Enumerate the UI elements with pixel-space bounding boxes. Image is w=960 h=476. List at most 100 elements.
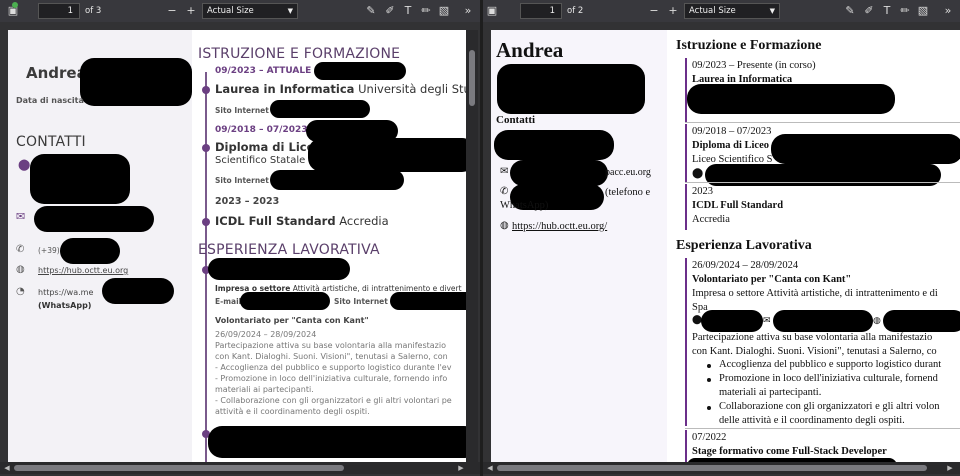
separator bbox=[685, 182, 960, 183]
location-pin-icon: ⬤ bbox=[692, 168, 704, 179]
edu1-date: 09/2023 – Presente (in corso) bbox=[692, 60, 816, 71]
bullet-text: Accoglienza del pubblico e supporto logi… bbox=[719, 359, 942, 370]
phone-prefix: (+39) bbox=[38, 246, 60, 255]
draw-icon[interactable]: ✏ bbox=[898, 0, 912, 22]
zoom-value: Actual Size bbox=[689, 6, 736, 16]
redaction bbox=[34, 206, 154, 232]
phone-tail: (telefono e bbox=[605, 187, 651, 198]
edu1-institution: Università degli Studi di S bbox=[358, 82, 466, 96]
horizontal-scrollbar[interactable]: ◀ ▶ bbox=[0, 462, 480, 474]
exp1-date: 26/09/2024 – 28/09/2024 bbox=[692, 260, 799, 271]
timeline-dot bbox=[202, 86, 210, 94]
text-tool-icon[interactable]: T bbox=[401, 0, 415, 22]
birth-label: Data di nascita bbox=[16, 96, 84, 105]
whatsapp-label: (WhatsApp) bbox=[38, 301, 92, 310]
zoom-select[interactable]: Actual Size ▼ bbox=[202, 3, 298, 19]
redaction bbox=[687, 84, 895, 114]
scroll-left-icon[interactable]: ◀ bbox=[2, 462, 12, 474]
desc-line: Partecipazione attiva su base volontaria… bbox=[215, 341, 446, 350]
edit-text-icon[interactable]: ✎ bbox=[843, 0, 857, 22]
sidebar-toggle-icon[interactable]: ▣ bbox=[485, 0, 499, 22]
redaction bbox=[701, 310, 763, 332]
desc-line: - Accoglienza del pubblico e supporto lo… bbox=[215, 363, 452, 372]
timeline-dot bbox=[202, 144, 210, 152]
entry-bar bbox=[685, 58, 687, 122]
horizontal-scrollbar[interactable]: ◀ ▶ bbox=[483, 462, 960, 474]
whatsapp-icon: ◔ bbox=[16, 286, 25, 297]
chevron-down-icon: ▼ bbox=[769, 7, 775, 15]
scroll-thumb[interactable] bbox=[14, 465, 344, 471]
chevron-down-icon: ▼ bbox=[287, 7, 293, 15]
exp2-date: 07/2022 bbox=[692, 432, 727, 443]
left-toolbar: ▣ 1 of 3 − + Actual Size ▼ ✎ ✐ T ✏ ▧ » bbox=[0, 0, 480, 22]
website-link[interactable]: https://hub.octt.eu.org/ bbox=[512, 221, 607, 232]
page-number-input[interactable]: 1 bbox=[520, 3, 562, 19]
zoom-out-button[interactable]: − bbox=[165, 0, 179, 22]
zoom-out-button[interactable]: − bbox=[647, 0, 661, 22]
edu1-title-row: Laurea in Informatica Università degli S… bbox=[215, 82, 466, 96]
globe-icon: ◍ bbox=[873, 315, 881, 325]
desc-line: - Collaborazione con gli organizzatori e… bbox=[215, 396, 452, 405]
pdf-page: Andrea Data di nascita CONTATTI ⬤ ✉ ✆ (+… bbox=[8, 30, 466, 462]
redaction bbox=[208, 426, 466, 458]
zoom-select[interactable]: Actual Size ▼ bbox=[684, 3, 780, 19]
contacts-title: Contatti bbox=[496, 114, 536, 126]
left-pdf-viewer: ▣ 1 of 3 − + Actual Size ▼ ✎ ✐ T ✏ ▧ » An… bbox=[0, 0, 480, 476]
whatsapp-link[interactable]: https://wa.me bbox=[38, 288, 93, 297]
timeline-dot bbox=[202, 218, 210, 226]
entry-bar bbox=[685, 430, 687, 462]
redaction bbox=[497, 64, 645, 114]
edu3-date: 2023 bbox=[692, 186, 713, 197]
redaction bbox=[240, 292, 330, 310]
zoom-in-button[interactable]: + bbox=[666, 0, 680, 22]
role-dates: 26/09/2024 – 28/09/2024 bbox=[215, 330, 317, 339]
vertical-scrollbar[interactable] bbox=[466, 30, 478, 462]
desc-line: materiali ai partecipanti. bbox=[215, 385, 314, 394]
exp2-title: Stage formativo come Full-Stack Develope… bbox=[692, 446, 887, 457]
bullet-text: delle attività e il coordinamento degli … bbox=[719, 415, 905, 426]
draw-icon[interactable]: ✏ bbox=[419, 0, 433, 22]
more-tools-icon[interactable]: » bbox=[461, 0, 475, 22]
highlight-icon[interactable]: ✐ bbox=[383, 0, 397, 22]
mail-icon: ✉ bbox=[16, 210, 26, 223]
scroll-thumb[interactable] bbox=[469, 50, 475, 106]
experience-title: ESPERIENZA LAVORATIVA bbox=[198, 242, 380, 258]
edu3-date: 2023 – 2023 bbox=[215, 196, 280, 207]
scroll-thumb[interactable] bbox=[497, 465, 927, 471]
contacts-title: CONTATTI bbox=[16, 134, 86, 150]
text-tool-icon[interactable]: T bbox=[880, 0, 894, 22]
scroll-left-icon[interactable]: ◀ bbox=[485, 462, 495, 474]
phone-icon: ✆ bbox=[16, 244, 25, 255]
bullet bbox=[707, 364, 711, 368]
cv-name: Andrea bbox=[26, 64, 87, 82]
edu3-title: ICDL Full Standard bbox=[692, 200, 784, 211]
scroll-right-icon[interactable]: ▶ bbox=[945, 462, 955, 474]
redaction bbox=[494, 130, 614, 160]
globe-icon: ◍ bbox=[16, 264, 25, 275]
right-toolbar: ▣ 1 of 2 − + Actual Size ▼ ✎ ✐ T ✏ ▧ » bbox=[483, 0, 960, 22]
exp1-title: Volontariato per "Canta con Kant" bbox=[692, 274, 852, 285]
website-link[interactable]: https://hub.octt.eu.org bbox=[38, 266, 128, 275]
redaction bbox=[30, 154, 130, 204]
highlight-icon[interactable]: ✐ bbox=[862, 0, 876, 22]
zoom-value: Actual Size bbox=[207, 6, 254, 16]
entry-bar bbox=[685, 184, 687, 230]
right-pdf-viewer: ▣ 1 of 2 − + Actual Size ▼ ✎ ✐ T ✏ ▧ » An… bbox=[483, 0, 960, 476]
exp1-desc: Partecipazione attiva su base volontaria… bbox=[692, 332, 933, 343]
scroll-right-icon[interactable]: ▶ bbox=[456, 462, 466, 474]
whatsapp-label: WhatsApp) bbox=[500, 200, 549, 211]
entry-bar bbox=[685, 258, 687, 426]
status-dot bbox=[12, 2, 18, 8]
redaction bbox=[60, 238, 120, 264]
page-number-input[interactable]: 1 bbox=[38, 3, 80, 19]
bullet-text: Promozione in loco dell'iniziativa cultu… bbox=[719, 373, 938, 384]
edit-text-icon[interactable]: ✎ bbox=[364, 0, 378, 22]
bullet-text: Collaborazione con gli organizzatori e g… bbox=[719, 401, 940, 412]
location-pin-icon: ⬤ bbox=[18, 158, 31, 171]
email-label: E-mail bbox=[215, 297, 242, 306]
zoom-in-button[interactable]: + bbox=[184, 0, 198, 22]
image-icon[interactable]: ▧ bbox=[437, 0, 451, 22]
entry-bar bbox=[685, 124, 687, 182]
more-tools-icon[interactable]: » bbox=[941, 0, 955, 22]
image-icon[interactable]: ▧ bbox=[916, 0, 930, 22]
